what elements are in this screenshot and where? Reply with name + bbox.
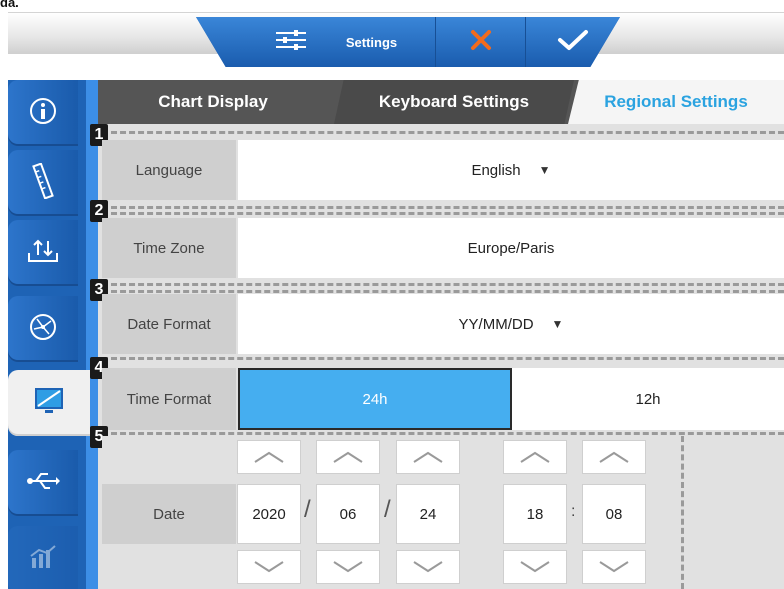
dropdown-caret-icon: ▼: [551, 317, 564, 331]
sidebar-item-measure[interactable]: [8, 150, 78, 216]
time-separator: :: [571, 503, 576, 520]
chevron-down-icon: [333, 561, 363, 573]
date-label: Date: [102, 484, 236, 544]
divider: [102, 290, 784, 293]
time-format-24h-option[interactable]: 24h: [238, 368, 512, 430]
date-format-value: YY/MM/DD: [458, 315, 534, 333]
chevron-down-icon: [599, 561, 629, 573]
ruler-icon: [28, 161, 58, 204]
chevron-up-icon: [599, 451, 629, 463]
minute-field[interactable]: 08: [582, 484, 646, 544]
divider: [681, 436, 684, 589]
chevron-up-icon: [520, 451, 550, 463]
monitor-icon: [34, 387, 64, 420]
time-zone-label: Time Zone: [102, 218, 236, 278]
date-format-select[interactable]: YY/MM/DD ▼: [238, 294, 784, 354]
time-zone-field[interactable]: Europe/Paris: [238, 218, 784, 278]
date-separator: /: [384, 496, 391, 523]
divider: [102, 212, 784, 215]
tab-regional-settings[interactable]: Regional Settings: [568, 80, 784, 124]
hour-field[interactable]: 18: [503, 484, 567, 544]
check-icon: [557, 29, 589, 56]
date-format-label: Date Format: [102, 294, 236, 354]
dropdown-caret-icon: ▼: [538, 163, 551, 177]
chart-icon: [29, 544, 57, 575]
divider: [102, 283, 784, 286]
toolbar: Settings: [196, 17, 620, 67]
language-label: Language: [102, 140, 236, 200]
sidebar-item-transfer[interactable]: [8, 220, 78, 286]
time-format-label: Time Format: [102, 368, 236, 430]
sidebar-accent: [86, 80, 98, 589]
info-icon: [28, 96, 58, 131]
hour-increment-button[interactable]: [503, 440, 567, 474]
time-format-12h-option[interactable]: 12h: [512, 368, 784, 430]
minute-increment-button[interactable]: [582, 440, 646, 474]
divider: [102, 432, 784, 435]
corner-text: da.: [0, 0, 19, 10]
language-value: English: [471, 161, 521, 179]
year-field[interactable]: 2020: [237, 484, 301, 544]
day-increment-button[interactable]: [396, 440, 460, 474]
tab-chart-display[interactable]: Chart Display: [98, 80, 328, 124]
tab-bar: Chart Display Keyboard Settings Regional…: [98, 80, 784, 124]
chevron-down-icon: [413, 561, 443, 573]
chevron-down-icon: [520, 561, 550, 573]
hour-decrement-button[interactable]: [503, 550, 567, 584]
day-decrement-button[interactable]: [396, 550, 460, 584]
chevron-up-icon: [413, 451, 443, 463]
globe-icon: [28, 312, 58, 347]
cancel-button[interactable]: [436, 17, 526, 67]
time-zone-value: Europe/Paris: [467, 239, 555, 257]
settings-label: Settings: [345, 34, 398, 50]
divider: [102, 357, 784, 360]
divider: [102, 206, 784, 209]
chevron-down-icon: [254, 561, 284, 573]
language-select[interactable]: English ▼: [238, 140, 784, 200]
sidebar-item-chart[interactable]: [8, 526, 78, 589]
sidebar-item-network[interactable]: [8, 296, 78, 362]
settings-button[interactable]: Settings: [196, 17, 436, 67]
year-decrement-button[interactable]: [237, 550, 301, 584]
sidebar-item-info[interactable]: [8, 80, 78, 146]
sidebar-item-display[interactable]: [8, 370, 90, 436]
sliders-icon: [274, 29, 308, 56]
sidebar-item-usb[interactable]: [8, 450, 78, 516]
minute-decrement-button[interactable]: [582, 550, 646, 584]
year-increment-button[interactable]: [237, 440, 301, 474]
month-increment-button[interactable]: [316, 440, 380, 474]
chevron-up-icon: [254, 451, 284, 463]
month-field[interactable]: 06: [316, 484, 380, 544]
month-decrement-button[interactable]: [316, 550, 380, 584]
usb-icon: [26, 470, 60, 497]
upload-download-icon: [27, 237, 59, 270]
chevron-up-icon: [333, 451, 363, 463]
date-separator: /: [304, 496, 311, 523]
divider: [102, 131, 784, 134]
tab-keyboard-settings[interactable]: Keyboard Settings: [334, 80, 574, 124]
close-icon: [470, 29, 492, 56]
day-field[interactable]: 24: [396, 484, 460, 544]
